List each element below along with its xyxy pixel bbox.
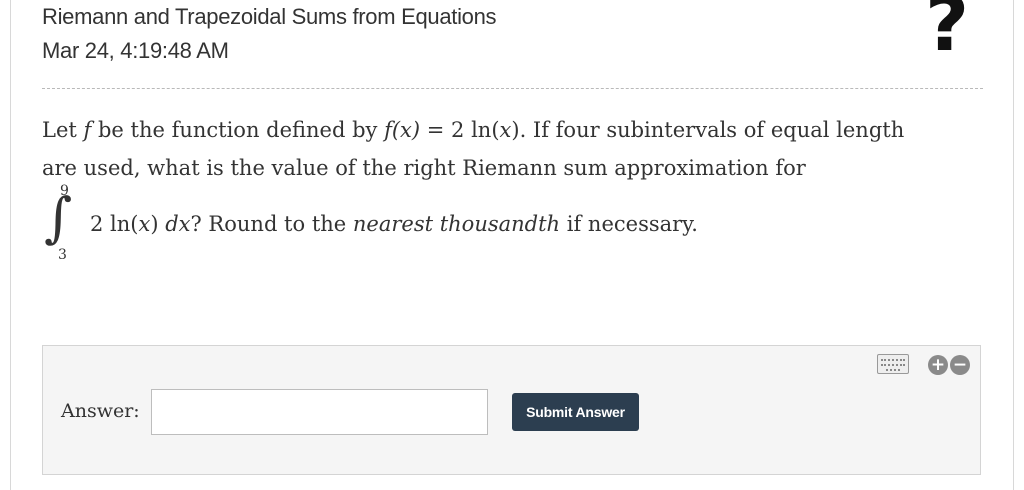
question-line-1: Let f be the function defined by f(x) = … bbox=[42, 118, 904, 142]
question-text: ). If four subintervals of equal length bbox=[511, 118, 905, 142]
zoom-out-icon[interactable]: − bbox=[950, 355, 970, 375]
math-var-x: x bbox=[138, 212, 151, 236]
answer-panel: + − Answer: Submit Answer bbox=[42, 345, 981, 475]
question-text: if necessary. bbox=[560, 212, 698, 236]
page-left-border bbox=[10, 0, 11, 490]
submit-answer-button[interactable]: Submit Answer bbox=[512, 393, 639, 431]
question-text: be the function defined by bbox=[91, 118, 385, 142]
timestamp: Mar 24, 4:19:48 AM bbox=[42, 38, 229, 63]
integral-upper-bound: 9 bbox=[60, 183, 69, 199]
question-mark-icon[interactable]: ? bbox=[925, 0, 969, 62]
page-right-border bbox=[1013, 0, 1014, 490]
question-line-3: 2 ln(x) dx? Round to the nearest thousan… bbox=[90, 212, 698, 236]
zoom-in-icon[interactable]: + bbox=[928, 355, 948, 375]
keyboard-icon[interactable] bbox=[877, 354, 909, 374]
math-fx: f(x) bbox=[384, 118, 421, 142]
integral-lower-bound: 3 bbox=[58, 247, 67, 263]
header-divider bbox=[42, 88, 983, 89]
integrand: 2 ln( bbox=[90, 212, 139, 236]
emphasis-text: nearest thousandth bbox=[352, 212, 561, 236]
math-expression: = 2 ln( bbox=[420, 118, 500, 142]
answer-label: Answer: bbox=[61, 400, 140, 422]
answer-input[interactable] bbox=[151, 389, 488, 435]
differential: dx bbox=[165, 212, 191, 236]
integrand: ) bbox=[150, 212, 166, 236]
question-text: Let bbox=[42, 118, 84, 142]
question-line-2: are used, what is the value of the right… bbox=[42, 156, 806, 180]
assignment-title: Riemann and Trapezoidal Sums from Equati… bbox=[42, 4, 497, 29]
question-text: ? Round to the bbox=[190, 212, 353, 236]
math-var-x: x bbox=[499, 118, 512, 142]
